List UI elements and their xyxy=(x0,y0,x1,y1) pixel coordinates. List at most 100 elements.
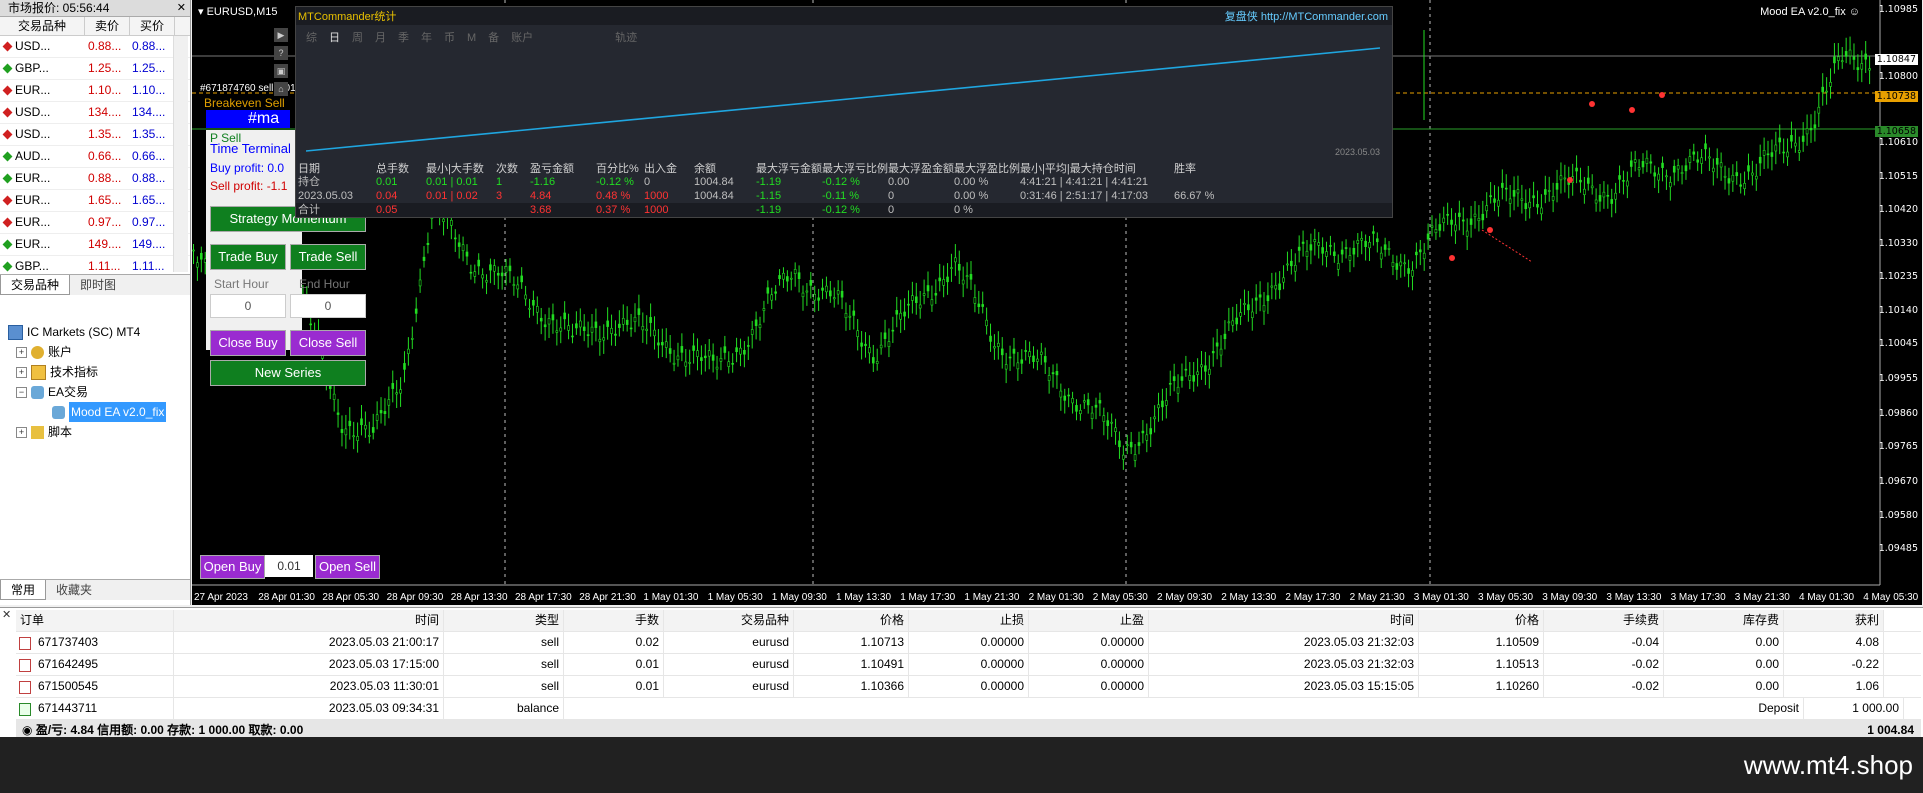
period-tab[interactable]: 日 xyxy=(329,29,340,45)
candle-body xyxy=(840,290,844,298)
candle-body xyxy=(942,279,945,286)
close-buy-button[interactable]: Close Buy xyxy=(210,330,286,356)
help-icon[interactable]: ? xyxy=(274,46,288,60)
column-header[interactable]: 类型 xyxy=(444,610,564,631)
collapse-icon[interactable]: − xyxy=(16,386,27,398)
period-tab[interactable]: 综 xyxy=(306,29,317,45)
column-header[interactable]: 时间 xyxy=(1149,610,1419,631)
mw-header-symbol[interactable]: 交易品种 xyxy=(0,17,85,35)
new-series-button[interactable]: New Series xyxy=(210,360,366,386)
candle-body xyxy=(832,297,836,300)
market-watch-row[interactable]: USD... 134.... 134.... xyxy=(0,102,190,124)
column-header[interactable]: 交易品种 xyxy=(664,610,794,631)
time-tick-label: 1 May 09:30 xyxy=(771,592,827,603)
trade-sell-button[interactable]: Trade Sell xyxy=(290,244,366,270)
home-icon[interactable]: ⌂ xyxy=(274,82,288,96)
period-tab[interactable]: 币 xyxy=(444,29,455,45)
column-header[interactable]: 订单 xyxy=(16,610,174,631)
chart-menu-icon[interactable]: ▾ xyxy=(198,6,204,18)
candle-body xyxy=(1626,180,1629,187)
stats-cell: 66.67 % xyxy=(1174,190,1215,202)
market-watch-row[interactable]: EUR... 0.97... 0.97... xyxy=(0,212,190,234)
candle-body xyxy=(1176,386,1180,394)
nav-item-accounts[interactable]: + 账户 xyxy=(8,342,188,362)
close-icon[interactable]: ✕ xyxy=(177,0,186,16)
close-sell-button[interactable]: Close Sell xyxy=(290,330,366,356)
candle-body xyxy=(1040,351,1043,355)
column-header[interactable]: 价格 xyxy=(794,610,909,631)
period-tab[interactable]: 月 xyxy=(375,29,386,45)
diamond-icon xyxy=(2,85,13,96)
market-watch-row[interactable]: EUR... 0.88... 0.88... xyxy=(0,168,190,190)
close-icon[interactable]: ✕ xyxy=(2,608,11,621)
nav-item-mood-ea[interactable]: Mood EA v2.0_fix xyxy=(8,402,188,422)
candle-body xyxy=(1465,230,1469,237)
candle-body xyxy=(688,362,691,364)
column-header[interactable]: 时间 xyxy=(174,610,444,631)
expert-icon xyxy=(31,385,44,399)
expand-icon[interactable]: + xyxy=(16,426,27,438)
nav-item-indicators[interactable]: + 技术指标 xyxy=(8,362,188,382)
mw-header-bid[interactable]: 卖价 xyxy=(85,17,130,35)
column-header[interactable]: 手数 xyxy=(564,610,664,631)
column-header[interactable]: 库存费 xyxy=(1664,610,1784,631)
market-watch-row[interactable]: EUR... 149.... 149.... xyxy=(0,234,190,256)
nav-item-scripts[interactable]: + 脚本 xyxy=(8,422,188,442)
stats-window[interactable]: MTCommander统计 复盘侠 http://MTCommander.com… xyxy=(295,6,1393,218)
stats-cell: 0 xyxy=(888,190,895,202)
market-watch-row[interactable]: USD... 1.35... 1.35... xyxy=(0,124,190,146)
play-icon[interactable]: ▶ xyxy=(274,28,288,42)
candle-body xyxy=(567,325,570,331)
expand-icon[interactable]: + xyxy=(16,346,27,358)
period-tab[interactable]: 周 xyxy=(352,29,363,45)
column-header[interactable]: 获利 xyxy=(1784,610,1884,631)
market-watch-row[interactable]: EUR... 1.65... 1.65... xyxy=(0,190,190,212)
candle-body xyxy=(1473,213,1477,217)
balance-row[interactable]: 671443711 2023.05.03 09:34:31 balance Depos… xyxy=(16,698,1921,720)
start-hour-input[interactable]: 0 xyxy=(210,294,286,318)
table-row[interactable]: 671737403 2023.05.03 21:00:17 sell 0.02 euru… xyxy=(16,632,1921,654)
tab-common[interactable]: 常用 xyxy=(0,580,47,600)
tab-tick-chart[interactable]: 即时图 xyxy=(70,275,126,295)
column-header[interactable]: 手续费 xyxy=(1544,610,1664,631)
column-header[interactable]: 价格 xyxy=(1419,610,1544,631)
window-icon[interactable]: ▣ xyxy=(274,64,288,78)
table-row[interactable]: 671500545 2023.05.03 11:30:01 sell 0.01 euru… xyxy=(16,676,1921,698)
period-tab[interactable]: 备 xyxy=(488,29,499,45)
table-row[interactable]: 671642495 2023.05.03 17:15:00 sell 0.01 euru… xyxy=(16,654,1921,676)
column-header[interactable]: 止损 xyxy=(909,610,1029,631)
candle-body xyxy=(1684,165,1688,172)
market-watch-row[interactable]: GBP... 1.25... 1.25... xyxy=(0,58,190,80)
time-tick-label: 3 May 01:30 xyxy=(1413,592,1469,603)
tab-favorites[interactable]: 收藏夹 xyxy=(46,580,102,600)
period-tab[interactable]: 账户 xyxy=(511,29,533,45)
market-watch-row[interactable]: AUD... 0.66... 0.66... xyxy=(0,146,190,168)
open-sell-button[interactable]: Open Sell xyxy=(315,555,380,579)
market-watch-scrollbar[interactable] xyxy=(173,36,188,272)
candle-body xyxy=(1418,249,1422,253)
end-hour-input[interactable]: 0 xyxy=(290,294,366,318)
tab-symbols[interactable]: 交易品种 xyxy=(0,275,71,295)
period-tab[interactable]: 季 xyxy=(398,29,409,45)
candle-body xyxy=(1493,198,1496,203)
period-tab[interactable]: 年 xyxy=(421,29,432,45)
period-tab[interactable]: 轨迹 xyxy=(615,29,637,45)
column-header[interactable]: 止盈 xyxy=(1029,610,1149,631)
market-watch-row[interactable]: EUR... 1.10... 1.10... xyxy=(0,80,190,102)
market-watch-row[interactable]: USD... 0.88... 0.88... xyxy=(0,36,190,58)
expand-icon[interactable]: + xyxy=(16,366,27,378)
stats-site-link[interactable]: 复盘侠 http://MTCommander.com xyxy=(1225,8,1388,24)
nav-root[interactable]: IC Markets (SC) MT4 xyxy=(8,322,188,342)
lot-size-input[interactable]: 0.01 xyxy=(265,555,313,577)
table-cell: sell xyxy=(444,654,564,675)
trade-buy-button[interactable]: Trade Buy xyxy=(210,244,286,270)
candle-body xyxy=(973,297,977,304)
nav-item-experts[interactable]: − EA交易 xyxy=(8,382,188,402)
mw-header-ask[interactable]: 买价 xyxy=(130,17,175,35)
open-buy-button[interactable]: Open Buy xyxy=(200,555,265,579)
price-tick-label: 1.10738 xyxy=(1874,91,1918,102)
table-cell: 0.00 xyxy=(1664,676,1784,697)
period-tab[interactable]: M xyxy=(467,32,476,44)
candle-body xyxy=(1149,428,1153,435)
candle-body xyxy=(1020,359,1024,364)
